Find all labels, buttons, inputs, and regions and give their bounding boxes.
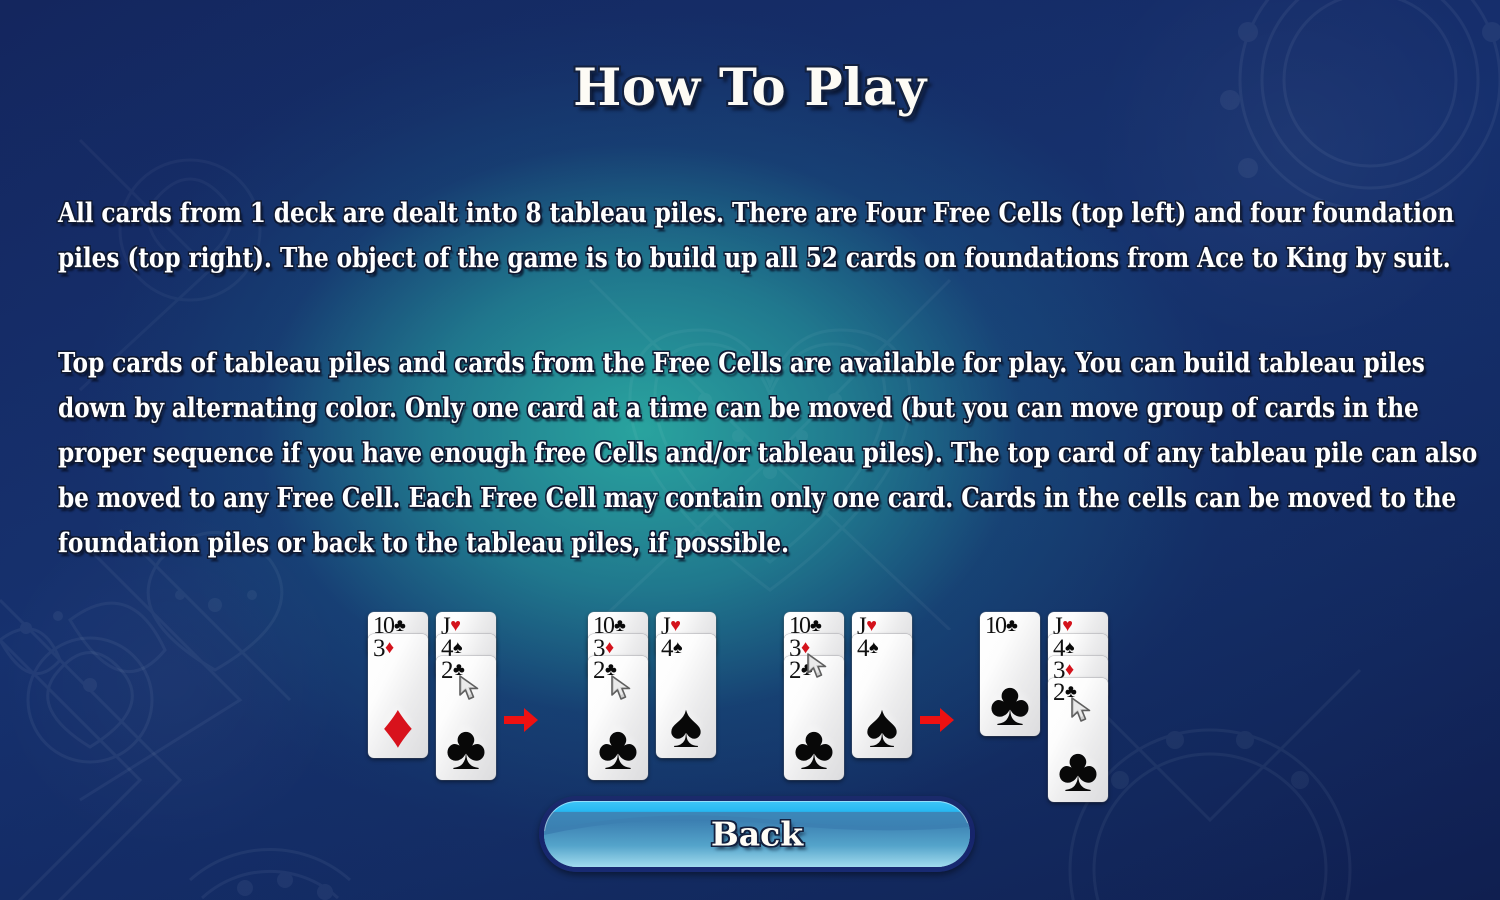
card-corner: 2 ♣	[789, 658, 813, 683]
card-large-suit-spades-icon: ♠	[669, 693, 703, 758]
back-button-face	[544, 801, 970, 867]
step-2-pile-left[interactable]: 10 ♣ 3 ♦ 2 ♣ ♣	[588, 612, 648, 780]
card-corner: 2 ♣	[593, 658, 617, 683]
card-rank: 2	[789, 657, 802, 684]
step-4: 10 ♣ ♣ J ♥ 4 ♠ 3 ♦ 2 ♣ ♣	[980, 612, 1108, 802]
card-corner: 2 ♣	[1053, 680, 1077, 705]
card-corner: 4 ♠	[857, 636, 879, 661]
card-suit-clubs-icon: ♣	[801, 659, 813, 679]
card-large-suit-spades-icon: ♠	[865, 693, 899, 758]
playing-card-4-spades[interactable]: 4 ♠ ♠	[852, 634, 912, 758]
card-rank: 2	[1053, 679, 1066, 706]
card-large-suit-clubs-icon: ♣	[597, 715, 639, 780]
playing-card-3-diamonds[interactable]: 3 ♦ ♦	[368, 634, 428, 758]
card-rank: 10	[985, 613, 1007, 639]
card-large-suit-diamonds-icon: ♦	[382, 693, 414, 758]
playing-card-10-clubs[interactable]: 10 ♣ ♣	[980, 612, 1040, 736]
back-button-wave	[544, 815, 970, 867]
card-corner: 3 ♦	[373, 636, 394, 661]
card-suit-clubs-icon: ♣	[1065, 681, 1077, 701]
how-to-play-screen: How To Play All cards from 1 deck are de…	[0, 0, 1500, 900]
step-3: 10 ♣ 3 ♦ 2 ♣ ♣ J ♥ 4 ♠ ♠	[784, 612, 954, 780]
instructions-paragraph-2: Top cards of tableau piles and cards fro…	[58, 347, 1478, 559]
step-2-pile-right[interactable]: J ♥ 4 ♠ ♠	[656, 612, 716, 758]
playing-card-2-clubs[interactable]: 2 ♣ ♣	[784, 656, 844, 780]
card-rank: 4	[661, 635, 674, 662]
card-move-diagram: 10 ♣ 3 ♦ ♦ J ♥ 4 ♠ 2 ♣ ♣ 10 ♣ 3 ♦ 2 ♣ ♣ J ♥ 4 ♠ ♠ 10 ♣ 3 ♦ 2 ♣ ♣ J ♥ 4 ♠ ♠ 1…	[0, 612, 1500, 812]
card-suit-diamonds-icon: ♦	[605, 637, 615, 657]
card-corner: 10 ♣	[985, 614, 1018, 638]
card-rank: 2	[593, 657, 606, 684]
step-1-pile-right[interactable]: J ♥ 4 ♠ 2 ♣ ♣	[436, 612, 496, 780]
step-3-pile-right[interactable]: J ♥ 4 ♠ ♠	[852, 612, 912, 758]
card-rank: 2	[441, 657, 454, 684]
step-3-pile-left[interactable]: 10 ♣ 3 ♦ 2 ♣ ♣	[784, 612, 844, 780]
step-arrow-icon	[920, 708, 954, 732]
step-4-pile-left[interactable]: 10 ♣ ♣	[980, 612, 1040, 736]
card-suit-clubs-icon: ♣	[605, 659, 617, 679]
card-rank: 3	[373, 635, 386, 662]
card-suit-spades-icon: ♠	[673, 637, 683, 657]
card-suit-clubs-icon: ♣	[810, 615, 822, 635]
card-corner: 2 ♣	[441, 658, 465, 683]
card-suit-diamonds-icon: ♦	[801, 637, 811, 657]
card-rank: 4	[857, 635, 870, 662]
card-suit-hearts-icon: ♥	[670, 615, 681, 635]
card-suit-spades-icon: ♠	[869, 637, 879, 657]
card-suit-clubs-icon: ♣	[453, 659, 465, 679]
step-4-pile-right[interactable]: J ♥ 4 ♠ 3 ♦ 2 ♣ ♣	[1048, 612, 1108, 802]
card-suit-clubs-icon: ♣	[394, 615, 406, 635]
playing-card-2-clubs[interactable]: 2 ♣ ♣	[588, 656, 648, 780]
card-suit-hearts-icon: ♥	[1062, 615, 1073, 635]
playing-card-2-clubs[interactable]: 2 ♣ ♣	[436, 656, 496, 780]
step-2: 10 ♣ 3 ♦ 2 ♣ ♣ J ♥ 4 ♠ ♠	[588, 612, 716, 780]
card-suit-spades-icon: ♠	[1065, 637, 1075, 657]
card-suit-spades-icon: ♠	[453, 637, 463, 657]
card-suit-hearts-icon: ♥	[450, 615, 461, 635]
card-large-suit-clubs-icon: ♣	[1057, 737, 1099, 802]
instructions-paragraph-1: All cards from 1 deck are dealt into 8 t…	[58, 197, 1455, 274]
card-suit-diamonds-icon: ♦	[1065, 659, 1075, 679]
card-large-suit-clubs-icon: ♣	[445, 715, 487, 780]
card-large-suit-clubs-icon: ♣	[793, 715, 835, 780]
step-1-pile-left[interactable]: 10 ♣ 3 ♦ ♦	[368, 612, 428, 758]
playing-card-2-clubs[interactable]: 2 ♣ ♣	[1048, 678, 1108, 802]
card-suit-hearts-icon: ♥	[866, 615, 877, 635]
card-large-suit-clubs-icon: ♣	[989, 671, 1031, 736]
step-1: 10 ♣ 3 ♦ ♦ J ♥ 4 ♠ 2 ♣ ♣	[368, 612, 538, 780]
card-corner: 4 ♠	[661, 636, 683, 661]
card-suit-clubs-icon: ♣	[614, 615, 626, 635]
back-button[interactable]: Back	[539, 796, 975, 872]
card-suit-clubs-icon: ♣	[1006, 615, 1018, 635]
card-suit-diamonds-icon: ♦	[385, 637, 395, 657]
step-arrow-icon	[504, 708, 538, 732]
page-title: How To Play	[573, 58, 927, 118]
playing-card-4-spades[interactable]: 4 ♠ ♠	[656, 634, 716, 758]
